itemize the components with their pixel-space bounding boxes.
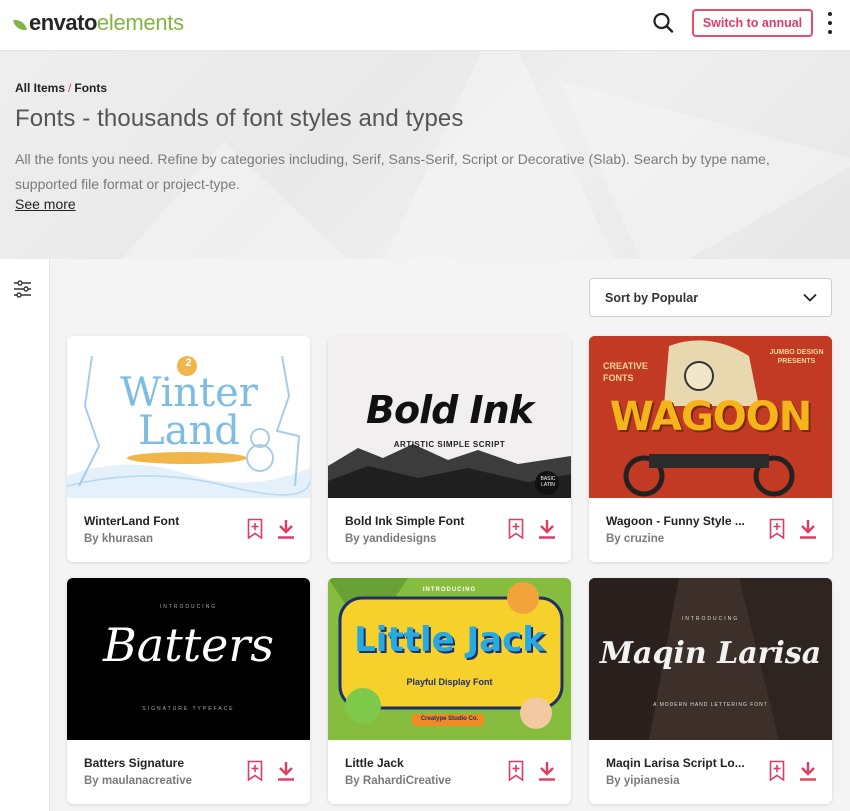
thumbnail-font-preview: Winter Land bbox=[120, 370, 258, 454]
card-title[interactable]: Bold Ink Simple Font bbox=[345, 514, 495, 528]
card-thumbnail[interactable]: Bold Ink ARTISTIC SIMPLE SCRIPT BASIC LA… bbox=[328, 336, 571, 498]
card-author[interactable]: By cruzine bbox=[606, 533, 756, 545]
add-to-collection-button[interactable] bbox=[769, 760, 785, 782]
card-thumbnail[interactable]: INTRODUCING Batters SIGNATURE TYPEFACE bbox=[67, 578, 310, 740]
filter-sidebar bbox=[0, 259, 50, 811]
thumbnail-intro: INTRODUCING bbox=[422, 587, 477, 593]
download-button[interactable] bbox=[538, 519, 556, 539]
thumbnail-studio: Creatype Studio Co. bbox=[420, 716, 479, 722]
thumbnail-font-preview: Maqin Larisa bbox=[599, 636, 822, 671]
envato-elements-logo[interactable]: envato elements bbox=[13, 10, 184, 36]
thumbnail-font-preview: WAGOON bbox=[609, 394, 813, 440]
hero-banner: All Items / Fonts Fonts - thousands of fon… bbox=[0, 51, 850, 259]
thumbnail-subtitle-left: CREATIVE FONTS bbox=[603, 361, 648, 383]
more-vertical-icon bbox=[828, 12, 832, 16]
sort-dropdown[interactable]: Sort by Popular bbox=[589, 278, 832, 317]
download-icon bbox=[800, 520, 816, 539]
thumbnail-subtitle: Playful Display Font bbox=[406, 677, 493, 687]
thumbnail-badge: BASIC LATIN bbox=[540, 476, 556, 488]
card-author[interactable]: By RahardiCreative bbox=[345, 775, 495, 787]
more-dot bbox=[828, 30, 832, 34]
breadcrumb: All Items / Fonts bbox=[15, 81, 107, 95]
add-to-collection-button[interactable] bbox=[247, 518, 263, 540]
thumbnail-badge: 2 bbox=[185, 357, 192, 369]
page-description: All the fonts you need. Refine by catego… bbox=[15, 151, 770, 192]
add-to-collection-button[interactable] bbox=[769, 518, 785, 540]
thumbnail-subtitle-right: JUMBO DESIGN PRESENTS bbox=[769, 349, 824, 365]
font-card[interactable]: 2 Winter Land WinterLand Font By khurasa… bbox=[67, 336, 310, 562]
card-thumbnail[interactable]: CREATIVE FONTS JUMBO DESIGN PRESENTS WAG… bbox=[589, 336, 832, 498]
thumbnail-intro: INTRODUCING bbox=[159, 604, 218, 610]
thumbnail-font-preview: Little Jack bbox=[354, 620, 545, 660]
font-card[interactable]: INTRODUCING Maqin Larisa A MODERN HAND L… bbox=[589, 578, 832, 804]
thumbnail-intro: INTRODUCING bbox=[681, 616, 740, 622]
card-title[interactable]: Little Jack bbox=[345, 756, 495, 770]
download-button[interactable] bbox=[277, 761, 295, 781]
add-to-collection-button[interactable] bbox=[247, 760, 263, 782]
bookmark-add-icon bbox=[247, 518, 263, 540]
card-author[interactable]: By yipianesia bbox=[606, 775, 756, 787]
thumbnail-subtitle: SIGNATURE TYPEFACE bbox=[142, 706, 235, 712]
card-title[interactable]: Maqin Larisa Script Lo... bbox=[606, 756, 756, 770]
thumbnail-subtitle: ARTISTIC SIMPLE SCRIPT bbox=[393, 440, 506, 449]
add-to-collection-button[interactable] bbox=[508, 760, 524, 782]
bookmark-add-icon bbox=[508, 518, 524, 540]
download-icon bbox=[278, 520, 294, 539]
card-author[interactable]: By yandidesigns bbox=[345, 533, 495, 545]
breadcrumb-all-items[interactable]: All Items bbox=[15, 81, 65, 95]
font-card[interactable]: Bold Ink ARTISTIC SIMPLE SCRIPT BASIC LA… bbox=[328, 336, 571, 562]
card-author[interactable]: By maulanacreative bbox=[84, 775, 234, 787]
search-button[interactable] bbox=[650, 10, 678, 38]
top-bar: envato elements Switch to annual bbox=[0, 0, 850, 51]
card-thumbnail[interactable]: 2 Winter Land bbox=[67, 336, 310, 498]
logo-text-elements: elements bbox=[96, 10, 184, 35]
filter-sliders-icon bbox=[14, 280, 31, 298]
more-dot bbox=[828, 21, 832, 25]
logo-text-envato: envato bbox=[29, 10, 97, 35]
card-thumbnail[interactable]: INTRODUCING Little Jack Playful Display … bbox=[328, 578, 571, 740]
card-thumbnail[interactable]: INTRODUCING Maqin Larisa A MODERN HAND L… bbox=[589, 578, 832, 740]
card-title[interactable]: Batters Signature bbox=[84, 756, 234, 770]
switch-to-annual-button[interactable]: Switch to annual bbox=[692, 9, 813, 37]
page-title: Fonts - thousands of font styles and typ… bbox=[15, 105, 464, 132]
download-button[interactable] bbox=[799, 519, 817, 539]
thumbnail-subtitle: A MODERN HAND LETTERING FONT bbox=[653, 702, 768, 708]
font-card[interactable]: CREATIVE FONTS JUMBO DESIGN PRESENTS WAG… bbox=[589, 336, 832, 562]
sort-label: Sort by Popular bbox=[605, 290, 699, 305]
card-title[interactable]: WinterLand Font bbox=[84, 514, 234, 528]
bookmark-add-icon bbox=[508, 760, 524, 782]
search-icon bbox=[653, 12, 674, 33]
chevron-down-icon bbox=[803, 293, 817, 302]
card-title[interactable]: Wagoon - Funny Style ... bbox=[606, 514, 756, 528]
download-icon bbox=[539, 762, 555, 781]
font-card[interactable]: INTRODUCING Batters SIGNATURE TYPEFACE B… bbox=[67, 578, 310, 804]
see-more-link[interactable]: See more bbox=[15, 196, 76, 212]
bookmark-add-icon bbox=[769, 760, 785, 782]
bookmark-add-icon bbox=[247, 760, 263, 782]
download-icon bbox=[278, 762, 294, 781]
card-author[interactable]: By khurasan bbox=[84, 533, 234, 545]
more-options-button[interactable] bbox=[823, 10, 837, 36]
download-button[interactable] bbox=[799, 761, 817, 781]
leaf-icon bbox=[13, 18, 27, 32]
filter-toggle-button[interactable] bbox=[13, 280, 33, 298]
download-button[interactable] bbox=[538, 761, 556, 781]
add-to-collection-button[interactable] bbox=[508, 518, 524, 540]
font-card[interactable]: INTRODUCING Little Jack Playful Display … bbox=[328, 578, 571, 804]
breadcrumb-separator: / bbox=[68, 81, 72, 95]
breadcrumb-fonts[interactable]: Fonts bbox=[74, 81, 107, 95]
thumbnail-font-preview: Batters bbox=[102, 618, 275, 672]
download-icon bbox=[539, 520, 555, 539]
download-button[interactable] bbox=[277, 519, 295, 539]
thumbnail-font-preview: Bold Ink bbox=[366, 388, 534, 432]
bookmark-add-icon bbox=[769, 518, 785, 540]
download-icon bbox=[800, 762, 816, 781]
